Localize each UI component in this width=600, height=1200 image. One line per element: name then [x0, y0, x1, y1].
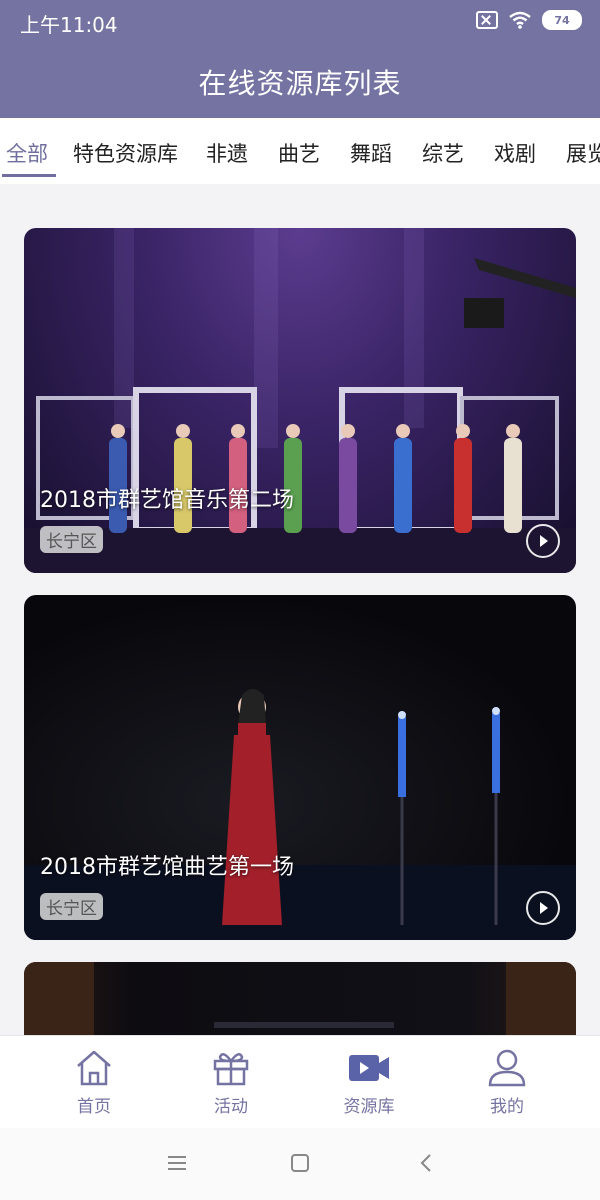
performance-thumbnail	[24, 689, 576, 940]
gift-icon	[213, 1053, 249, 1086]
system-navigation-bar	[0, 1128, 600, 1200]
video-camera-icon	[349, 1055, 389, 1081]
home-square-icon[interactable]	[289, 1152, 311, 1174]
play-icon[interactable]	[526, 524, 560, 558]
tab-quyi[interactable]: 曲艺	[278, 138, 320, 168]
bottom-navigation: 首页 活动 资源库 我的	[0, 1035, 600, 1129]
header: 上午11:04 74 在线资源库列表	[0, 0, 600, 118]
tab-featured[interactable]: 特色资源库	[73, 138, 178, 168]
nav-resources[interactable]: 资源库	[319, 1048, 419, 1117]
nav-profile[interactable]: 我的	[457, 1048, 557, 1117]
card-title: 2018市群艺馆音乐第二场	[40, 488, 294, 513]
card-title: 2018市群艺馆曲艺第一场	[40, 855, 294, 880]
nav-label: 首页	[77, 1097, 111, 1117]
nav-label: 资源库	[343, 1097, 395, 1117]
district-tag: 长宁区	[40, 526, 103, 553]
nav-label: 活动	[214, 1097, 248, 1117]
tab-intangible-heritage[interactable]: 非遗	[206, 138, 248, 168]
category-tabs: 全部 特色资源库 非遗 曲艺 舞蹈 综艺 戏剧 展览	[0, 118, 600, 184]
resource-card[interactable]: 2018市群艺馆音乐第二场 长宁区	[24, 228, 576, 573]
tab-variety[interactable]: 综艺	[422, 138, 464, 168]
tab-all[interactable]: 全部	[6, 138, 48, 168]
home-icon	[77, 1050, 111, 1086]
resource-card[interactable]: 2018市群艺馆曲艺第一场 长宁区	[24, 595, 576, 940]
battery-icon: 74	[542, 10, 582, 30]
nav-label: 我的	[490, 1097, 524, 1117]
status-time: 上午11:04	[20, 13, 118, 37]
nav-activities[interactable]: 活动	[181, 1048, 281, 1117]
status-bar: 上午11:04 74	[0, 0, 600, 44]
page-title: 在线资源库列表	[198, 67, 402, 100]
tab-exhibition[interactable]: 展览	[566, 138, 600, 168]
district-tag: 长宁区	[40, 893, 103, 920]
app-screen: 上午11:04 74 在线资源库列表 全部 特色资源库 非遗 曲艺 舞蹈 综艺 …	[0, 0, 600, 1200]
nav-home[interactable]: 首页	[44, 1048, 144, 1117]
menu-icon[interactable]	[166, 1154, 188, 1172]
back-icon[interactable]	[418, 1152, 434, 1174]
active-tab-indicator	[2, 174, 56, 177]
tab-dance[interactable]: 舞蹈	[350, 138, 392, 168]
performance-thumbnail	[24, 228, 576, 573]
wifi-icon	[509, 11, 531, 29]
user-icon	[488, 1049, 526, 1087]
play-icon[interactable]	[526, 891, 560, 925]
tab-drama[interactable]: 戏剧	[494, 138, 536, 168]
no-sim-icon	[476, 11, 498, 29]
